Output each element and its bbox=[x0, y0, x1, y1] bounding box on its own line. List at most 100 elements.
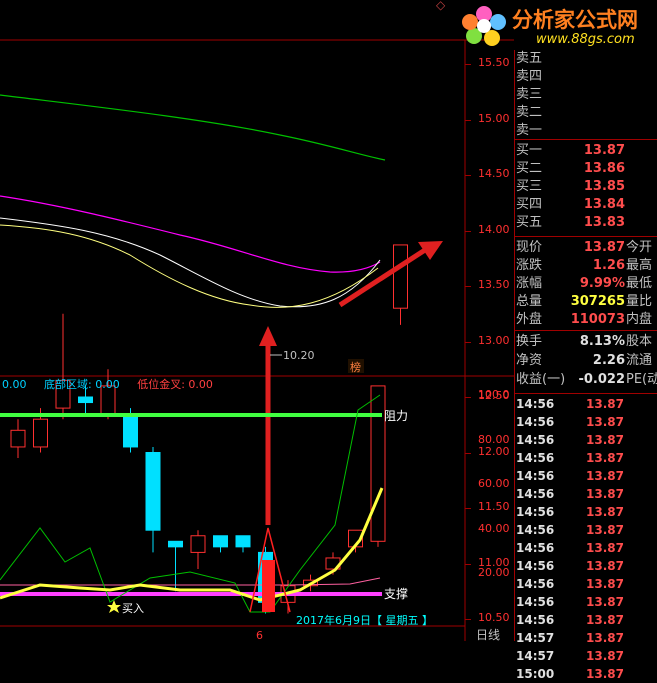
tick-row: 14:56 13.87 bbox=[514, 485, 657, 503]
tick-time: 14:56 bbox=[516, 451, 555, 465]
price-tick-label: 14.00 bbox=[478, 222, 510, 236]
tick-price: 13.87 bbox=[586, 613, 624, 627]
support-label: 支撑 bbox=[384, 586, 408, 601]
candle-body bbox=[393, 244, 408, 309]
tick-row: 14:56 13.87 bbox=[514, 503, 657, 521]
buy-row: 买三 13.85 bbox=[514, 178, 657, 196]
stat-row-label: 涨跌 bbox=[516, 258, 543, 273]
fund-row-label: 净资 bbox=[516, 353, 543, 368]
tick-row: 14:56 13.87 bbox=[514, 395, 657, 413]
tick-price: 13.87 bbox=[586, 577, 624, 591]
candle-body bbox=[145, 452, 161, 531]
tick-time: 14:56 bbox=[516, 577, 555, 591]
tick-row: 14:56 13.87 bbox=[514, 611, 657, 629]
stat-row-tag: 量比 bbox=[626, 294, 653, 309]
period-label[interactable]: 日线 bbox=[476, 626, 500, 643]
diamond-icon[interactable]: ◇ bbox=[436, 0, 448, 12]
signal-bar bbox=[262, 560, 275, 612]
sell-row-label: 卖四 bbox=[516, 69, 543, 84]
buy-row-value: 13.86 bbox=[583, 161, 625, 176]
logo: 分析家公式网 www.88gs.com bbox=[458, 0, 657, 50]
stat-row: 外盘 110073 内盘 bbox=[514, 311, 657, 329]
buy-row: 买四 13.84 bbox=[514, 196, 657, 214]
tick-price: 13.87 bbox=[586, 505, 624, 519]
candle-body bbox=[213, 535, 228, 548]
tick-price: 13.87 bbox=[586, 649, 624, 663]
buy-row-label: 买三 bbox=[516, 179, 543, 194]
indicator-value-0: 0.00 bbox=[2, 378, 27, 391]
sell-row: 卖四 bbox=[514, 68, 657, 86]
ma-magenta-line bbox=[0, 195, 381, 273]
tick-time: 14:56 bbox=[516, 595, 555, 609]
fund-row-value: 8.13% bbox=[579, 334, 625, 349]
tick-time: 14:56 bbox=[516, 469, 555, 483]
sell-row: 卖一 bbox=[514, 122, 657, 140]
candle-body bbox=[33, 418, 48, 448]
indicator-tick-label: 80.00 bbox=[478, 432, 510, 446]
stat-row-tag: 内盘 bbox=[626, 312, 653, 327]
tick-row: 14:57 13.87 bbox=[514, 629, 657, 647]
fund-row-tag: 股本 bbox=[626, 334, 653, 349]
fund-row-value: -0.022 bbox=[578, 372, 625, 387]
indicator-tick-label: 60.00 bbox=[478, 477, 510, 490]
price-tick-label: 14.50 bbox=[478, 167, 510, 180]
candle-body bbox=[168, 540, 183, 548]
fund-row: 换手 8.13% 股本 bbox=[514, 333, 657, 351]
price-tick-label: 11.50 bbox=[478, 500, 510, 513]
fund-row: 收益(一) -0.022 PE(动 bbox=[514, 371, 657, 389]
price-tick-label: 13.50 bbox=[478, 278, 510, 291]
buy-row-value: 13.87 bbox=[583, 143, 625, 158]
band-line bbox=[0, 577, 381, 586]
sell-row: 卖三 bbox=[514, 86, 657, 104]
tick-row: 14:56 13.87 bbox=[514, 413, 657, 431]
logo-brand: 分析家公式网 bbox=[512, 8, 638, 32]
stat-row: 总量 307265 量比 bbox=[514, 293, 657, 311]
tick-time: 14:56 bbox=[516, 433, 555, 447]
buy-row-label: 买五 bbox=[516, 215, 543, 230]
tick-time: 14:56 bbox=[516, 523, 555, 537]
buy-star-icon bbox=[107, 600, 121, 613]
indicator-value-2: 低位金叉: 0.00 bbox=[137, 378, 213, 391]
indicator-header: 0.00 底部区域: 0.00 低位金叉: 0.00 bbox=[2, 376, 213, 392]
price-tick-label: 12.00 bbox=[478, 444, 510, 458]
stat-row-value: 307265 bbox=[570, 294, 625, 309]
stat-row-tag: 最低 bbox=[626, 276, 653, 291]
sell-row-label: 卖二 bbox=[516, 105, 543, 120]
tick-row: 15:00 13.87 bbox=[514, 665, 657, 683]
tick-time: 14:56 bbox=[516, 613, 555, 627]
chart-area[interactable]: 10.20 榜 阻力 支撑 买入 2017年6月9日【 星期五 】 6 bbox=[0, 0, 514, 641]
stat-row: 涨幅 9.99% 最低 bbox=[514, 275, 657, 293]
fund-row-label: 换手 bbox=[516, 334, 543, 349]
tick-price: 13.87 bbox=[586, 541, 624, 555]
stat-row-tag: 今开 bbox=[626, 240, 653, 255]
candle-body bbox=[235, 535, 251, 548]
tick-row: 14:56 13.87 bbox=[514, 539, 657, 557]
stat-row-label: 涨幅 bbox=[516, 276, 543, 291]
list-badge: 榜 bbox=[350, 360, 361, 374]
buy-row-label: 买四 bbox=[516, 197, 543, 212]
tick-row: 14:56 13.87 bbox=[514, 449, 657, 467]
buy-row-value: 13.84 bbox=[583, 197, 625, 212]
tick-price: 13.87 bbox=[586, 487, 624, 501]
trend-arrow-shaft bbox=[338, 247, 427, 308]
tick-row: 14:56 13.87 bbox=[514, 575, 657, 593]
ma-green-line bbox=[0, 94, 386, 161]
buy-row-value: 13.85 bbox=[583, 179, 625, 194]
stat-row-value: 110073 bbox=[570, 312, 625, 327]
tick-row: 14:56 13.87 bbox=[514, 431, 657, 449]
stat-row-value: 1.26 bbox=[592, 258, 625, 273]
tick-row: 14:56 13.87 bbox=[514, 521, 657, 539]
tick-price: 13.87 bbox=[586, 433, 624, 447]
tick-time: 14:56 bbox=[516, 397, 555, 411]
tick-row: 14:56 13.87 bbox=[514, 557, 657, 575]
fund-row: 净资 2.26 流通 bbox=[514, 352, 657, 370]
stat-row: 现价 13.87 今开 bbox=[514, 239, 657, 257]
candle-body bbox=[78, 396, 93, 404]
resist-label: 阻力 bbox=[384, 409, 408, 423]
price-tick-label: 15.50 bbox=[478, 56, 510, 69]
tick-time: 15:00 bbox=[516, 667, 555, 681]
tick-price: 13.87 bbox=[586, 469, 624, 483]
buy-label: 买入 bbox=[122, 602, 144, 615]
stat-row-label: 现价 bbox=[516, 240, 543, 255]
osc-green-line bbox=[0, 394, 381, 613]
